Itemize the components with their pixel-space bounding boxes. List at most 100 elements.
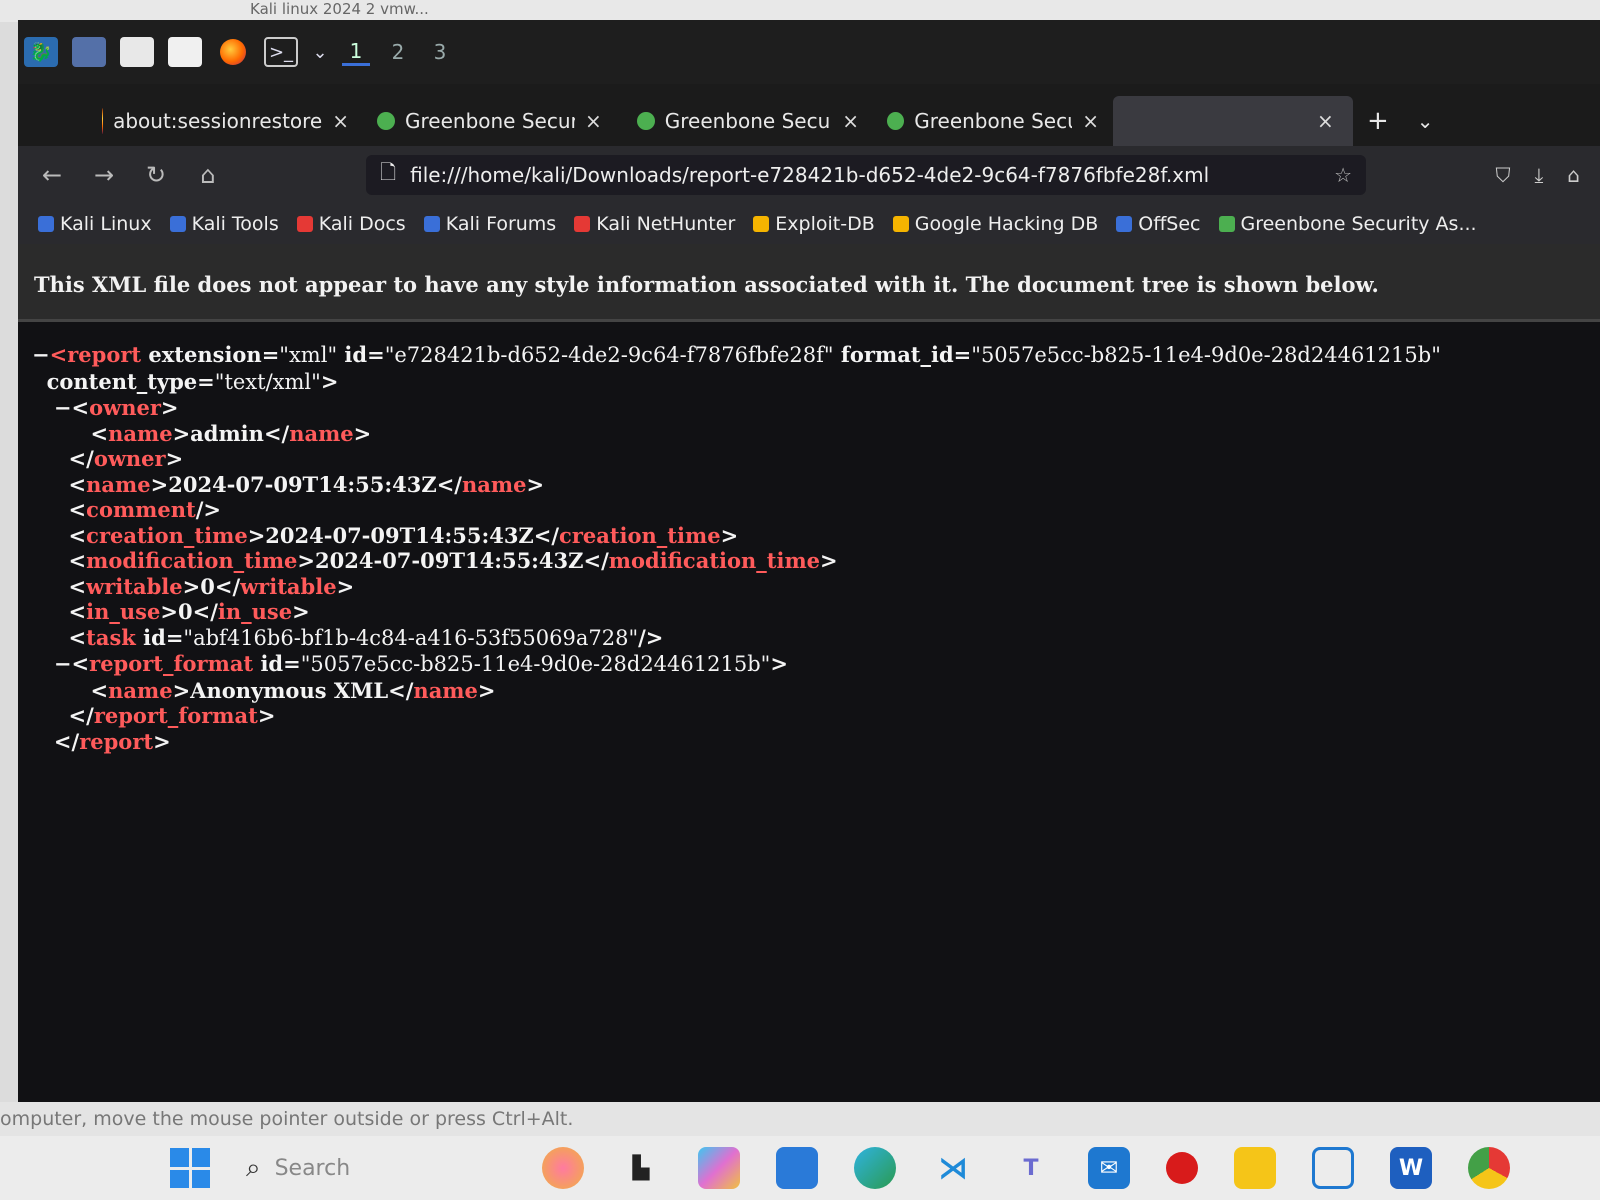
xml-creation-time: 2024-07-09T14:55:43Z: [265, 522, 534, 548]
xml-line-report-format-name: <name>Anonymous XML</name>: [32, 677, 496, 703]
xml-writable: 0: [200, 573, 215, 599]
mail-icon[interactable]: ✉: [1088, 1147, 1130, 1189]
word-icon[interactable]: W: [1390, 1147, 1432, 1189]
close-icon[interactable]: ×: [842, 109, 859, 133]
bookmark-icon: [423, 216, 440, 232]
tab-greenbone-1[interactable]: Greenbone Security A ×: [363, 96, 623, 146]
search-placeholder: Search: [274, 1155, 351, 1181]
close-icon[interactable]: ×: [1082, 109, 1099, 133]
tab-greenbone-2[interactable]: Greenbone Security A ×: [623, 96, 873, 146]
teams-icon[interactable]: T: [1010, 1147, 1052, 1189]
bookmark-icon: [1116, 216, 1133, 232]
kali-menu-icon[interactable]: 🐉: [24, 37, 58, 67]
extensions-icon[interactable]: ⌂: [1567, 163, 1580, 187]
edge-icon[interactable]: [854, 1147, 896, 1189]
forward-icon[interactable]: →: [90, 161, 118, 189]
downloads-icon[interactable]: ⤓: [1534, 163, 1543, 187]
navigation-toolbar: ← → ↻ ⌂ 🗋 file:///home/kali/Downloads/re…: [18, 146, 1600, 204]
xml-attr-extension: xml: [288, 343, 328, 367]
page-icon: 🗋: [380, 160, 397, 184]
xml-name: 2024-07-09T14:55:43Z: [168, 471, 437, 497]
close-icon[interactable]: ×: [332, 109, 349, 133]
bookmarks-toolbar: Kali Linux Kali Tools Kali Docs Kali For…: [18, 204, 1600, 244]
task-view-icon[interactable]: ▙: [620, 1147, 662, 1189]
tab-label: Greenbone Security A: [405, 109, 575, 133]
greenbone-favicon-icon: [887, 112, 905, 130]
xml-line-writable: <writable>0</writable>: [32, 573, 355, 599]
taskbar-search[interactable]: ⌕ Search: [246, 1153, 506, 1184]
bookmark-label: Kali NetHunter: [596, 213, 736, 235]
xml-line-content-type: content_type="text/xml">: [32, 368, 339, 394]
vm-screen[interactable]: 🐉 >_ ⌄ 1 2 3 about:sessionrestore × Gree…: [18, 20, 1600, 1102]
record-icon[interactable]: [1166, 1152, 1198, 1184]
tab-sessionrestore[interactable]: about:sessionrestore ×: [88, 96, 363, 146]
vmware-icon[interactable]: [1312, 1147, 1354, 1189]
close-icon[interactable]: ×: [1317, 109, 1334, 133]
bookmark-label: Kali Linux: [60, 213, 152, 235]
text-editor-icon[interactable]: [168, 37, 202, 67]
vscode-icon[interactable]: ⋊: [932, 1147, 974, 1189]
back-icon[interactable]: ←: [38, 161, 66, 189]
bookmark-icon: [169, 216, 186, 232]
home-icon[interactable]: ⌂: [194, 161, 222, 189]
bookmark-label: Kali Docs: [318, 213, 406, 235]
terminal-icon[interactable]: >_: [264, 37, 298, 67]
page-content: This XML file does not appear to have an…: [18, 244, 1600, 1102]
file-explorer-icon[interactable]: [1234, 1147, 1276, 1189]
xml-style-notice: This XML file does not appear to have an…: [18, 244, 1600, 322]
bookmark-greenbone[interactable]: Greenbone Security As...: [1218, 213, 1477, 235]
bookmark-icon: [892, 216, 909, 232]
tab-greenbone-3[interactable]: Greenbone Security A ×: [873, 96, 1113, 146]
file-manager-icon[interactable]: [120, 37, 154, 67]
tab-label: Greenbone Security A: [664, 109, 833, 133]
tab-label: about:sessionrestore: [113, 109, 323, 133]
xml-line-name: <name>2024-07-09T14:55:43Z</name>: [32, 471, 545, 497]
firefox-icon[interactable]: [216, 37, 250, 67]
workspace-1[interactable]: 1: [342, 39, 370, 66]
url-bar[interactable]: 🗋 file:///home/kali/Downloads/report-e72…: [366, 155, 1366, 195]
host-window-title: Kali linux 2024 2 vmw...: [0, 0, 1600, 22]
windows-taskbar: ⌕ Search ▙ ⋊ T ✉ W: [0, 1136, 1600, 1200]
xml-line-comment: <comment/>: [32, 497, 221, 522]
desktop-icon[interactable]: [72, 37, 106, 67]
bookmark-label: Greenbone Security As...: [1240, 213, 1477, 235]
xml-line-report-format-open[interactable]: −<report_format id="5057e5cc-b825-11e4-9…: [32, 651, 1600, 678]
xml-line-report-format-close: </report_format>: [32, 703, 276, 728]
xml-attr-content-type: text/xml: [224, 369, 312, 394]
bookmark-icon: [753, 216, 770, 232]
workspace-3[interactable]: 3: [426, 40, 454, 64]
xml-line-creation-time: <creation_time>2024-07-09T14:55:43Z</cre…: [32, 522, 739, 548]
chrome-icon[interactable]: [1468, 1147, 1510, 1189]
pocket-icon[interactable]: ⛉: [1495, 163, 1510, 187]
bookmark-exploit-db[interactable]: Exploit-DB: [753, 213, 875, 235]
widgets-icon[interactable]: [542, 1147, 584, 1189]
bookmark-label: Kali Tools: [191, 213, 279, 235]
workspace-2[interactable]: 2: [384, 40, 412, 64]
close-icon[interactable]: ×: [585, 109, 602, 133]
xml-line-owner-name: <name>admin</name>: [32, 420, 372, 446]
copilot-icon[interactable]: [698, 1147, 740, 1189]
new-tab-button[interactable]: +: [1353, 96, 1403, 146]
xml-attr-format-id: 5057e5cc-b825-11e4-9d0e-28d24461215b: [980, 343, 1432, 367]
bookmark-kali-docs[interactable]: Kali Docs: [296, 213, 406, 235]
xml-line-task: <task id="abf416b6-bf1b-4c84-a416-53f550…: [32, 624, 664, 650]
xml-modification-time: 2024-07-09T14:55:43Z: [315, 548, 584, 573]
bookmark-kali-tools[interactable]: Kali Tools: [169, 213, 279, 235]
xml-owner-name: admin: [190, 420, 264, 446]
bookmark-kali-nethunter[interactable]: Kali NetHunter: [574, 213, 735, 235]
bookmark-kali-linux[interactable]: Kali Linux: [38, 213, 152, 235]
bookmark-label: Exploit-DB: [775, 213, 875, 235]
tab-active[interactable]: ×: [1113, 96, 1353, 146]
store-icon[interactable]: [776, 1147, 818, 1189]
chevron-down-icon[interactable]: ⌄: [312, 37, 328, 67]
xml-line-report-open[interactable]: −<report extension="xml" id="e728421b-d6…: [32, 342, 1600, 369]
windows-start-icon[interactable]: [170, 1148, 210, 1188]
bookmark-star-icon[interactable]: ☆: [1334, 163, 1352, 187]
reload-icon[interactable]: ↻: [142, 161, 170, 189]
bookmark-kali-forums[interactable]: Kali Forums: [423, 213, 556, 235]
xml-line-owner-open[interactable]: −<owner>: [32, 395, 1600, 421]
bookmark-offsec[interactable]: OffSec: [1116, 213, 1201, 235]
bookmark-google-hacking-db[interactable]: Google Hacking DB: [892, 213, 1098, 235]
url-text: file:///home/kali/Downloads/report-e7284…: [410, 163, 1210, 187]
list-tabs-icon[interactable]: ⌄: [1403, 96, 1448, 146]
